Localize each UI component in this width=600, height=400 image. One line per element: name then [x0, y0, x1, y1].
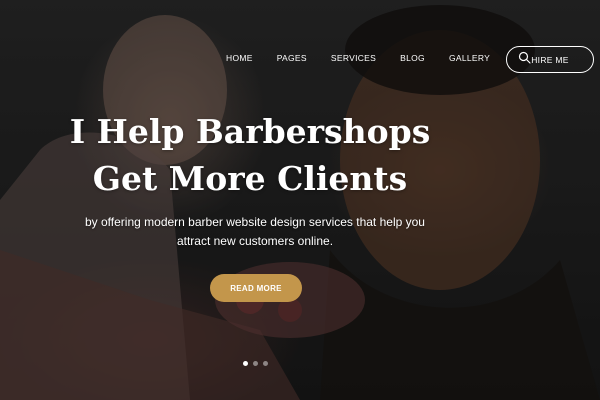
hero-section: HOME PAGES SERVICES BLOG GALLERY HIRE ME… — [0, 0, 600, 400]
hero-heading-line-1: I Help Barbershops — [69, 112, 431, 151]
hire-me-button[interactable]: HIRE ME — [506, 46, 594, 73]
hero-heading-line-2: Get More Clients — [92, 159, 408, 198]
read-more-button[interactable]: READ MORE — [210, 274, 302, 302]
slider-dot-1[interactable] — [243, 361, 248, 366]
hero-heading: I Help Barbershops Get More Clients — [60, 108, 440, 202]
hero-subtext: by offering modern barber website design… — [70, 213, 440, 251]
nav-item-gallery[interactable]: GALLERY — [449, 46, 490, 70]
nav-item-pages[interactable]: PAGES — [277, 46, 307, 70]
hero-subtext-line-2: attract new customers online. — [176, 234, 334, 248]
nav-item-blog[interactable]: BLOG — [400, 46, 425, 70]
main-nav: HOME PAGES SERVICES BLOG GALLERY — [226, 46, 532, 70]
hero-subtext-line-1: by offering modern barber website design… — [85, 215, 425, 229]
nav-item-services[interactable]: SERVICES — [331, 46, 376, 70]
nav-item-home[interactable]: HOME — [226, 46, 253, 70]
slider-dot-3[interactable] — [263, 361, 268, 366]
slider-dot-2[interactable] — [253, 361, 258, 366]
slider-dots — [243, 361, 273, 366]
